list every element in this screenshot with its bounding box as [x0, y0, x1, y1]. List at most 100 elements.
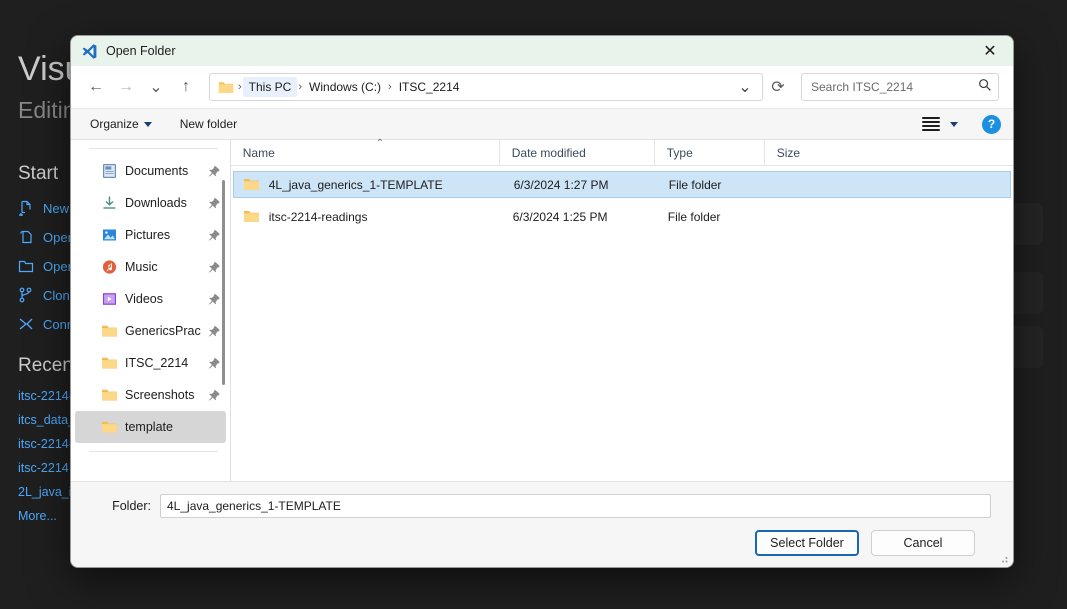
column-header-date-modified[interactable]: Date modified — [498, 139, 654, 166]
command-bar: Organize New folder ? — [71, 108, 1013, 140]
folder-icon — [243, 209, 260, 224]
back-button[interactable]: ← — [81, 72, 111, 102]
folder-icon — [101, 355, 118, 371]
details-view-icon[interactable] — [922, 117, 940, 131]
navigation-bar: ← → ⌄ ↑ › This PC › Windows (C:) › ITSC_… — [71, 66, 1013, 108]
tree-item-label: Documents — [125, 164, 189, 178]
tree-divider-bottom — [89, 451, 218, 452]
recent-item-more[interactable]: More... — [18, 509, 57, 523]
organize-label: Organize — [90, 117, 139, 131]
open-folder-dialog: Open Folder ✕ ← → ⌄ ↑ › This PC › Window… — [70, 35, 1014, 568]
tree-item-pictures[interactable]: Pictures — [75, 219, 226, 251]
dialog-body: Documents Downloads Pictures Music Video… — [71, 137, 1013, 481]
file-type-cell: File folder — [667, 209, 721, 224]
videos-icon — [101, 291, 118, 307]
file-list-pane: Name ⌃ Date modified Type Size 4L_java_g… — [230, 137, 1013, 481]
tree-item-documents[interactable]: Documents — [75, 155, 226, 187]
file-date-cell: 6/3/2024 1:25 PM — [512, 209, 608, 224]
folder-icon — [243, 177, 260, 192]
tree-item-template[interactable]: template — [75, 411, 226, 443]
documents-icon — [101, 163, 118, 179]
folder-field-row: Folder: — [93, 494, 991, 518]
close-icon[interactable]: ✕ — [967, 36, 1013, 66]
column-label: Name — [242, 145, 275, 160]
chevron-down-icon[interactable] — [950, 121, 958, 127]
file-list-header: Name ⌃ Date modified Type Size — [230, 137, 1013, 166]
breadcrumb-item-this-pc[interactable]: This PC — [242, 77, 298, 97]
breadcrumb: › This PC › Windows (C:) › ITSC_2214 — [216, 77, 732, 97]
dialog-footer: Folder: Select Folder Cancel — [71, 481, 1013, 567]
file-name-cell: itsc-2214-readings — [233, 209, 501, 224]
help-button[interactable]: ? — [982, 114, 1001, 134]
tree-scrollbar-thumb[interactable] — [221, 180, 225, 385]
tree-divider-top — [89, 148, 218, 149]
tree-item-videos[interactable]: Videos — [75, 283, 226, 315]
file-name-label: itsc-2214-readings — [268, 209, 368, 224]
breadcrumb-separator: › — [388, 81, 392, 93]
organize-button[interactable]: Organize — [85, 114, 157, 134]
file-list-rows: 4L_java_generics_1-TEMPLATE 6/3/2024 1:2… — [231, 166, 1013, 481]
tree-item-label: template — [125, 420, 173, 434]
folder-field-label: Folder: — [112, 499, 151, 513]
breadcrumb-separator: › — [238, 81, 242, 93]
folder-name-input[interactable] — [160, 494, 991, 518]
breadcrumb-item-windows-c[interactable]: Windows (C:) — [303, 77, 387, 97]
table-row[interactable]: itsc-2214-readings 6/3/2024 1:25 PM File… — [233, 204, 1011, 229]
new-file-icon — [18, 200, 34, 217]
music-icon — [101, 259, 118, 275]
open-file-icon — [18, 229, 34, 245]
recent-item-3[interactable]: itsc-2214 — [18, 461, 69, 475]
sort-ascending-icon: ⌃ — [375, 137, 385, 149]
tree-item-label: GenericsPrac — [125, 324, 201, 338]
up-button[interactable]: ↑ — [171, 72, 201, 102]
search-icon[interactable] — [978, 78, 992, 97]
pictures-icon — [101, 227, 118, 243]
folder-icon — [218, 80, 234, 94]
column-header-type[interactable]: Type — [653, 139, 764, 166]
breadcrumb-item-itsc-2214[interactable]: ITSC_2214 — [393, 77, 466, 97]
tree-item-label: Pictures — [125, 228, 171, 242]
file-name-cell: 4L_java_generics_1-TEMPLATE — [234, 177, 502, 192]
dialog-titlebar: Open Folder ✕ — [71, 36, 1013, 66]
file-name-label: 4L_java_generics_1-TEMPLATE — [268, 177, 443, 192]
search-input[interactable] — [811, 80, 978, 94]
chevron-down-icon — [143, 121, 152, 127]
table-row[interactable]: 4L_java_generics_1-TEMPLATE 6/3/2024 1:2… — [232, 171, 1011, 198]
chevron-down-icon[interactable]: ⌄ — [732, 75, 758, 99]
start-section-heading: Start — [18, 163, 59, 184]
folder-icon — [101, 419, 118, 435]
search-box[interactable] — [801, 73, 999, 101]
column-header-size[interactable]: Size — [763, 139, 844, 166]
dialog-title: Open Folder — [106, 44, 176, 58]
git-branch-icon — [18, 287, 34, 303]
file-date-cell: 6/3/2024 1:27 PM — [513, 177, 609, 192]
tree-item-label: Music — [125, 260, 158, 274]
resize-grip[interactable] — [998, 553, 1008, 563]
tree-item-itsc-2214[interactable]: ITSC_2214 — [75, 347, 226, 379]
navigation-tree-pane: Documents Downloads Pictures Music Video… — [71, 140, 231, 481]
file-type-cell: File folder — [668, 177, 722, 192]
forward-button[interactable]: → — [111, 72, 141, 102]
tree-item-label: Downloads — [125, 196, 187, 210]
select-folder-button[interactable]: Select Folder — [755, 530, 859, 556]
downloads-icon — [101, 195, 118, 211]
tree-item-screenshots[interactable]: Screenshots — [75, 379, 226, 411]
tree-item-downloads[interactable]: Downloads — [75, 187, 226, 219]
tree-item-label: ITSC_2214 — [125, 356, 189, 370]
cancel-button[interactable]: Cancel — [871, 530, 975, 556]
folder-icon — [101, 323, 118, 339]
column-header-name[interactable]: Name ⌃ — [231, 137, 499, 166]
new-folder-button[interactable]: New folder — [175, 114, 242, 134]
remote-connect-icon — [18, 316, 34, 332]
vscode-logo-icon — [81, 43, 98, 60]
tree-item-music[interactable]: Music — [75, 251, 226, 283]
view-controls: ? — [922, 114, 1001, 134]
refresh-icon[interactable]: ⟳ — [763, 72, 793, 102]
tree-item-genericsprac[interactable]: GenericsPrac — [75, 315, 226, 347]
folder-icon — [101, 387, 118, 403]
recent-locations-button[interactable]: ⌄ — [141, 72, 171, 102]
tree-item-label: Screenshots — [125, 388, 195, 402]
tree-scrollbar[interactable] — [218, 170, 228, 480]
address-bar[interactable]: › This PC › Windows (C:) › ITSC_2214 ⌄ — [209, 73, 763, 101]
navigation-tree: Documents Downloads Pictures Music Video… — [71, 140, 230, 481]
